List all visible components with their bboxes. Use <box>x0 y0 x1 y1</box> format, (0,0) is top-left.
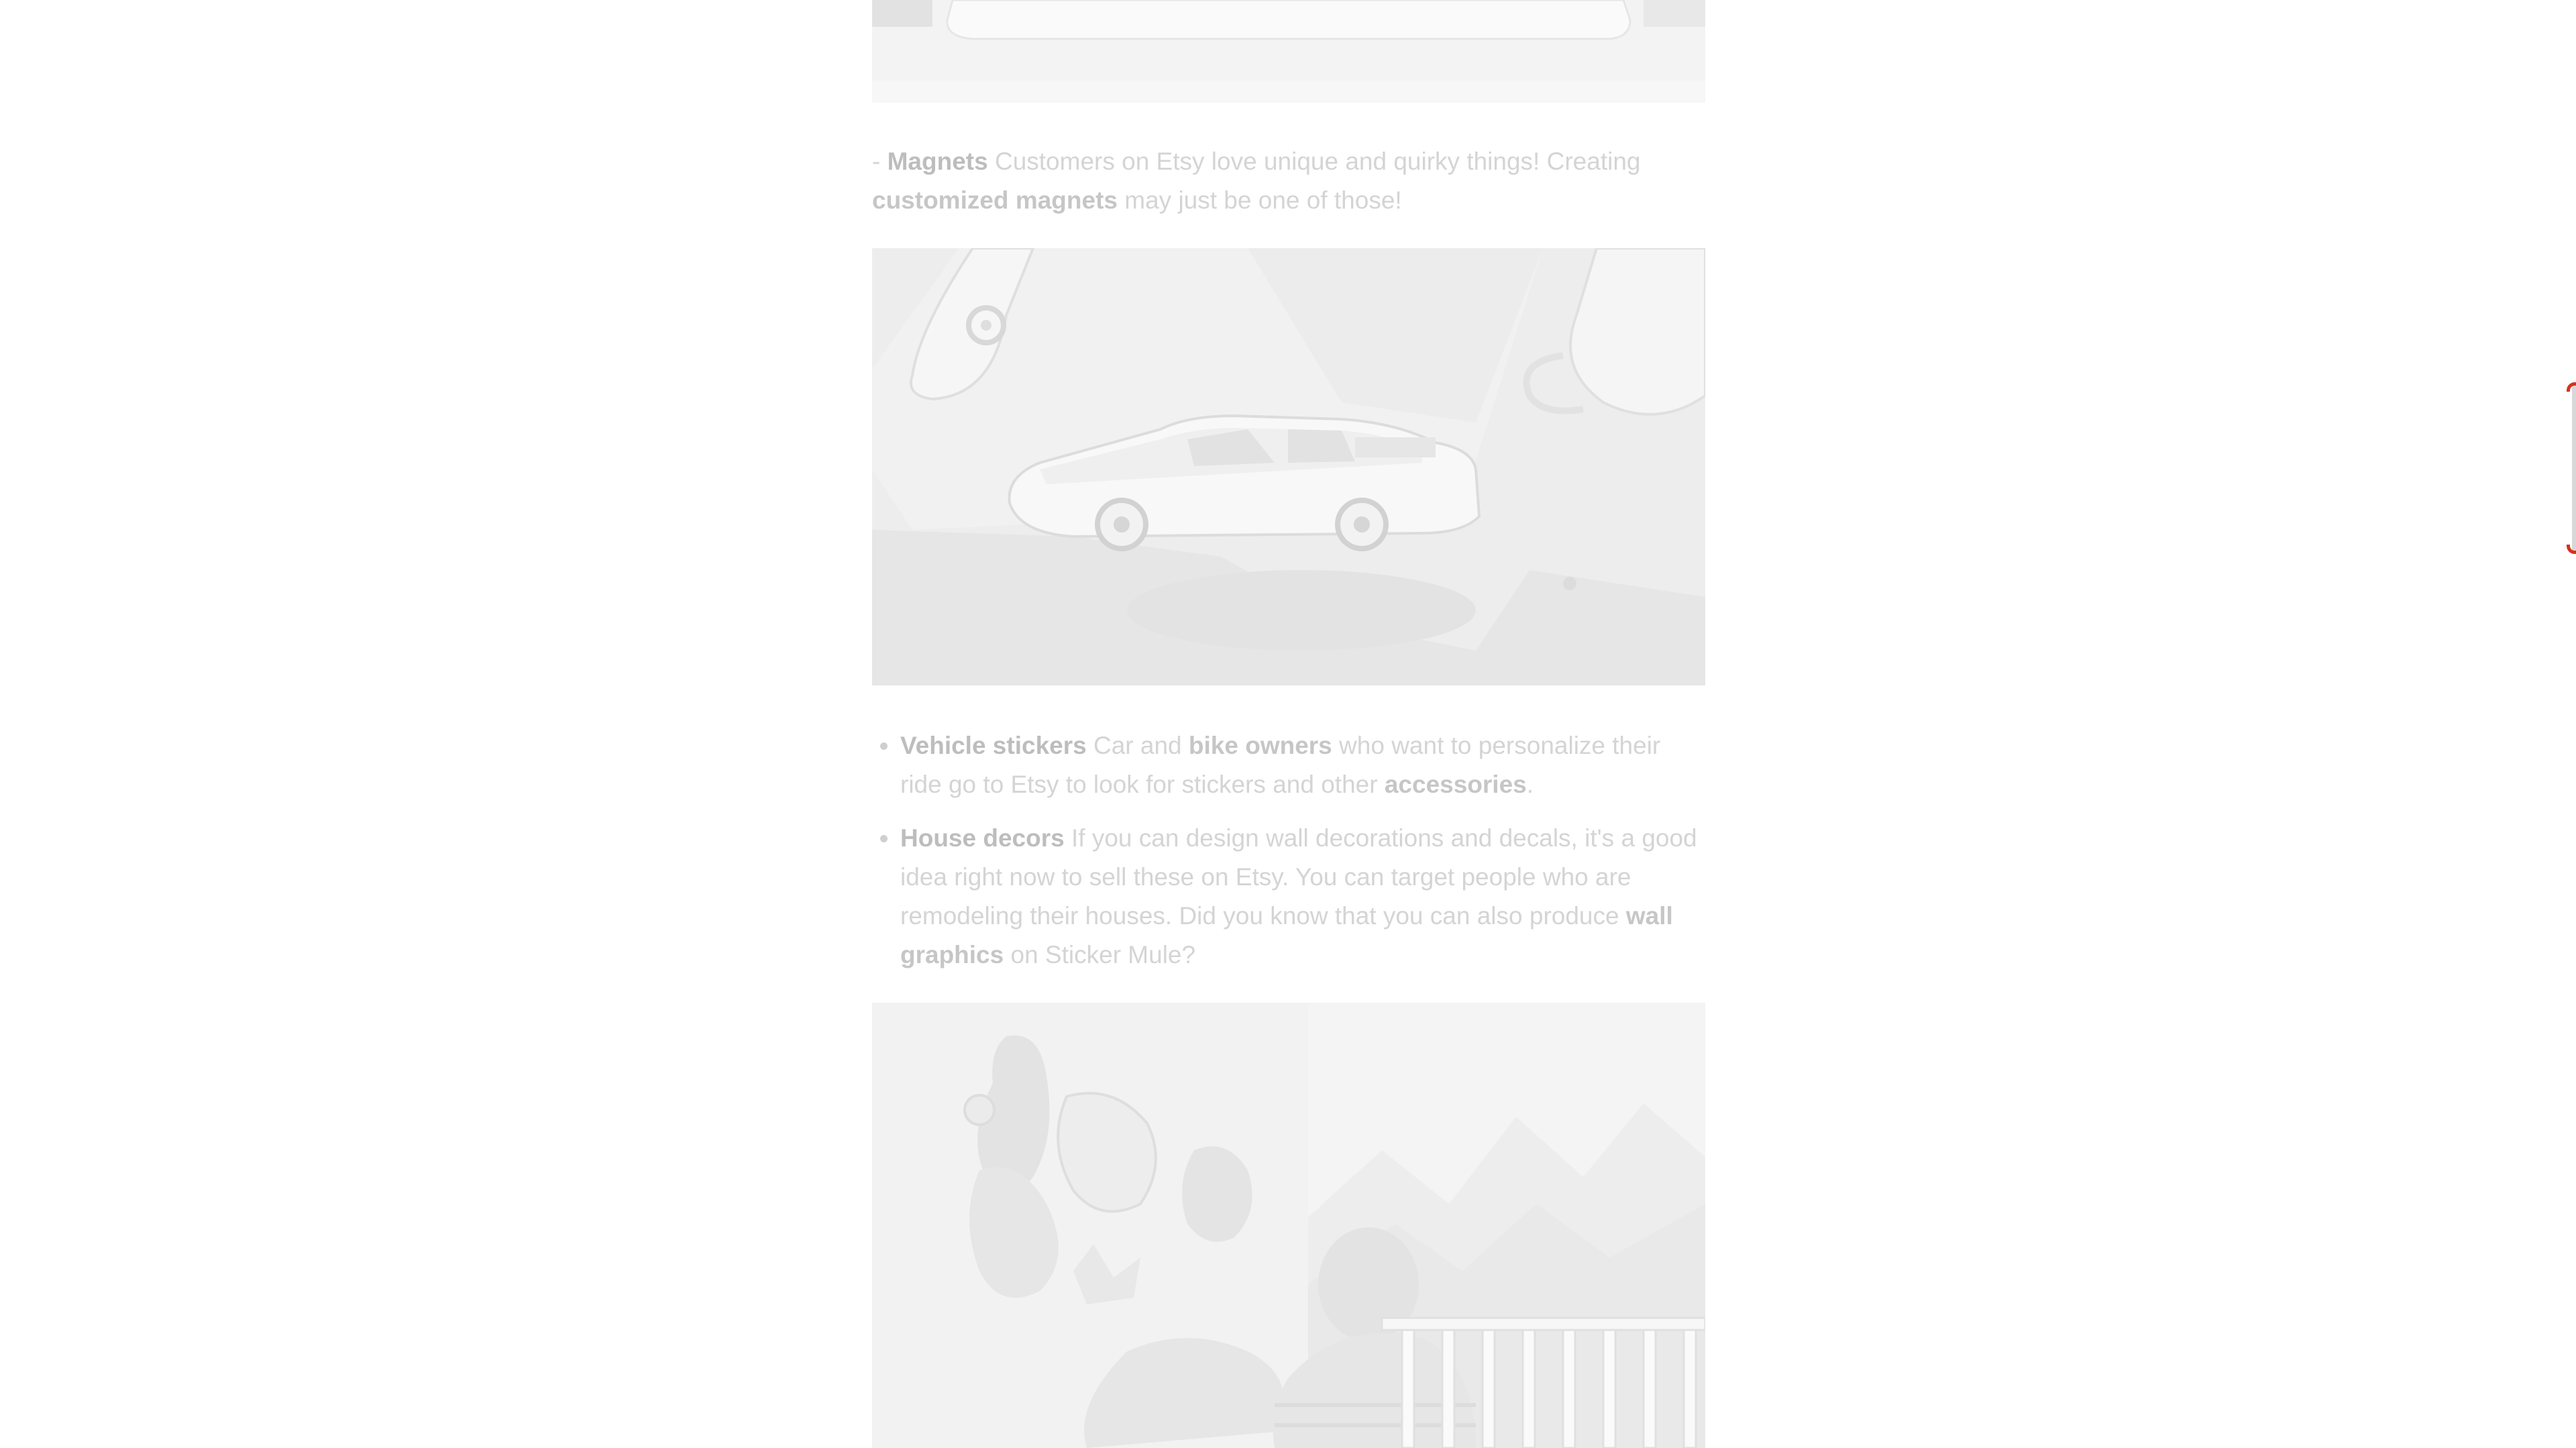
magnets-text-2: may just be one of those! <box>1117 186 1402 214</box>
customized-magnets-link[interactable]: customized magnets <box>872 186 1118 214</box>
accessories-link[interactable]: accessories <box>1385 771 1527 798</box>
bullet-dot <box>880 835 888 842</box>
wall-decor-photo-graphic <box>872 1003 1705 1448</box>
magnets-prefix: - <box>872 148 888 175</box>
car-magnet-photo <box>872 248 1705 685</box>
product-photo-top-graphic <box>872 0 1705 103</box>
house-decors-text-2: on Sticker Mule? <box>1004 941 1196 968</box>
wall-decor-photo <box>872 1003 1705 1448</box>
house-decors-title: House decors <box>900 824 1065 852</box>
car-magnet-photo-graphic <box>872 248 1705 685</box>
page: - Magnets Customers on Etsy love unique … <box>0 0 2576 1448</box>
scroll-progress-indicator[interactable] <box>2564 382 2576 554</box>
list-item-house-decors: House decors If you can design wall deco… <box>880 819 1705 974</box>
vehicle-stickers-text-3: . <box>1526 771 1534 798</box>
magnets-paragraph: - Magnets Customers on Etsy love unique … <box>872 142 1705 220</box>
magnets-title: Magnets <box>887 148 988 175</box>
bike-owners-link[interactable]: bike owners <box>1189 732 1332 759</box>
bullet-dot <box>880 742 888 750</box>
vehicle-stickers-text-1: Car and <box>1086 732 1189 759</box>
product-photo-top <box>872 0 1705 103</box>
vehicle-stickers-title: Vehicle stickers <box>900 732 1087 759</box>
magnets-text-1: Customers on Etsy love unique and quirky… <box>987 148 1641 175</box>
sticker-ideas-list: Vehicle stickers Car and bike owners who… <box>872 726 1705 989</box>
list-item-vehicle-stickers: Vehicle stickers Car and bike owners who… <box>880 726 1705 804</box>
